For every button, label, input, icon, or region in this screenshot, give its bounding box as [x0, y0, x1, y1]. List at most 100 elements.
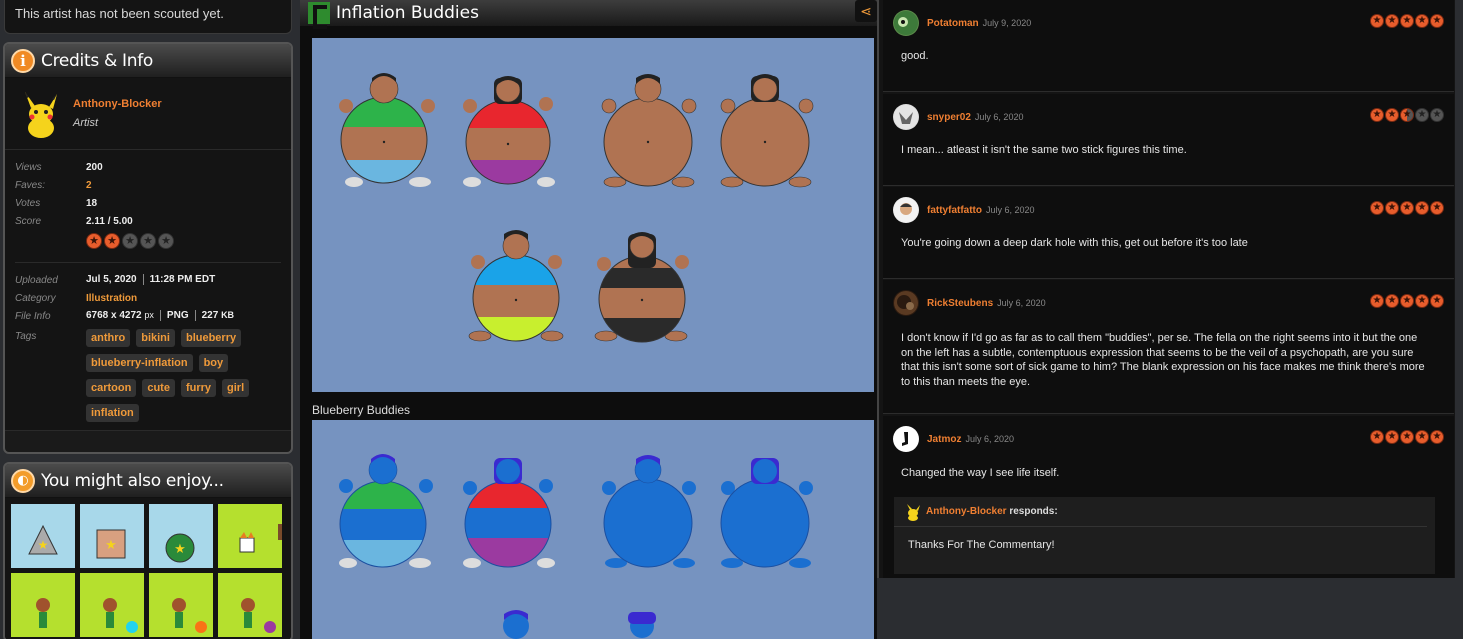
- tag-boy[interactable]: boy: [198, 354, 229, 372]
- artist-name-link[interactable]: Anthony-Blocker: [73, 98, 162, 110]
- tag-girl[interactable]: girl: [222, 379, 250, 397]
- star-icon: ★: [1430, 294, 1444, 308]
- review-text: good.: [901, 50, 929, 62]
- scout-text: This artist has not been scouted yet.: [15, 6, 224, 21]
- star-half-icon: ★: [1400, 108, 1414, 122]
- submission-area: Inflation Buddies ⋖ Blueberry Buddies: [300, 0, 877, 639]
- star-icon: ★: [1430, 14, 1444, 28]
- category-label: Category: [15, 292, 56, 304]
- faves-link[interactable]: 2: [86, 180, 92, 191]
- tag-bikini[interactable]: bikini: [136, 329, 175, 347]
- stat-key: Score: [15, 215, 42, 227]
- credits-title: Credits & Info: [41, 50, 154, 71]
- review-date: July 6, 2020: [986, 205, 1035, 215]
- user-avatar[interactable]: [893, 10, 919, 36]
- file-dims-unit: px: [144, 310, 154, 321]
- share-icon: ⋖: [860, 2, 872, 19]
- star-icon: ★: [1430, 430, 1444, 444]
- thumbnail[interactable]: ★: [149, 504, 213, 568]
- star-icon: ★: [1400, 294, 1414, 308]
- star-icon: ★: [158, 233, 174, 249]
- tag-blueberry-inflation[interactable]: blueberry-inflation: [86, 354, 193, 372]
- category-row: Category Illustration: [15, 289, 281, 307]
- stat-value: 2.11 / 5.00: [86, 215, 133, 227]
- star-icon: ★: [1430, 108, 1444, 122]
- user-avatar[interactable]: [893, 290, 919, 316]
- star-icon: ★: [1400, 14, 1414, 28]
- star-icon: ★: [86, 233, 102, 249]
- thumbnail[interactable]: [218, 504, 282, 568]
- review-username[interactable]: RickSteubens: [927, 298, 993, 309]
- thumbnail[interactable]: [80, 573, 144, 637]
- review-text: Changed the way I see life itself.: [901, 467, 1060, 479]
- category-link[interactable]: Illustration: [86, 293, 137, 304]
- tag-anthro[interactable]: anthro: [86, 329, 131, 347]
- review-username[interactable]: Potatoman: [927, 18, 979, 29]
- star-icon: ★: [1370, 201, 1384, 215]
- star-icon: ★: [1385, 201, 1399, 215]
- star-icon: ★: [1415, 14, 1429, 28]
- star-icon: ★: [1415, 108, 1429, 122]
- tag-inflation[interactable]: inflation: [86, 404, 139, 422]
- star-icon: ★: [122, 233, 138, 249]
- submission-title: Inflation Buddies: [336, 3, 479, 23]
- star-icon: ★: [1415, 294, 1429, 308]
- stat-row: Votes 18: [15, 194, 281, 212]
- review-username[interactable]: snyper02: [927, 112, 971, 123]
- stat-value: 200: [86, 161, 103, 173]
- uploaded-row: Uploaded Jul 5, 2020 11:28 PM EDT: [15, 271, 281, 289]
- star-icon: ★: [1430, 201, 1444, 215]
- tag-furry[interactable]: furry: [180, 379, 217, 397]
- responder-avatar[interactable]: [904, 503, 922, 521]
- artist-row[interactable]: Anthony-Blocker Artist: [5, 78, 291, 150]
- palette-icon: ◐: [11, 468, 35, 493]
- fileinfo-label: File Info: [15, 310, 51, 322]
- artist-role: Artist: [73, 117, 99, 129]
- file-size-unit: KB: [221, 310, 235, 321]
- page-background: [877, 578, 1463, 639]
- svg-text:★: ★: [105, 537, 117, 552]
- thumbnail[interactable]: [149, 573, 213, 637]
- tag-cute[interactable]: cute: [142, 379, 175, 397]
- user-avatar[interactable]: [893, 104, 919, 130]
- review-stars: ★ ★ ★ ★ ★: [1370, 108, 1444, 122]
- tags-row: Tags anthro bikini blueberry blueberry-i…: [15, 329, 281, 422]
- uploaded-label: Uploaded: [15, 274, 58, 286]
- credits-panel: i Credits & Info Anthony-Blocker Artist …: [3, 42, 293, 454]
- star-icon: ★: [1370, 294, 1384, 308]
- scout-notice: This artist has not been scouted yet.: [4, 0, 292, 34]
- star-icon: ★: [1415, 430, 1429, 444]
- thumbnail-grid: ★ ★ ★: [5, 498, 291, 639]
- submission-image-2[interactable]: [312, 420, 874, 639]
- review-date: July 6, 2020: [974, 112, 1024, 122]
- responder-name[interactable]: Anthony-Blocker: [926, 506, 1007, 517]
- user-avatar[interactable]: [893, 197, 919, 223]
- stats-block: Views 200 Faves: 2 Votes 18 Score 2.11 / 5.0…: [5, 150, 291, 431]
- score-stars: ★ ★ ★ ★ ★: [86, 233, 174, 249]
- review-text: I mean... atleast it isn't the same two …: [901, 144, 1187, 156]
- uploaded-date: Jul 5, 2020: [86, 274, 137, 286]
- tag-cartoon[interactable]: cartoon: [86, 379, 137, 397]
- thumbnail[interactable]: [218, 573, 282, 637]
- submission-image[interactable]: [312, 38, 874, 392]
- share-button[interactable]: ⋖: [855, 0, 877, 22]
- review-text: I don't know if I'd go as far as to call…: [901, 332, 1425, 388]
- reviews-panel: Potatoman July 9, 2020 ★ ★ ★ ★ ★ good. snype…: [877, 0, 1463, 578]
- tag-blueberry[interactable]: blueberry: [180, 329, 242, 347]
- star-icon: ★: [1400, 430, 1414, 444]
- file-size: 227: [201, 310, 219, 322]
- thumbnail[interactable]: ★: [80, 504, 144, 568]
- thumbnail[interactable]: [11, 573, 75, 637]
- user-avatar[interactable]: [893, 426, 919, 452]
- stat-key: Votes: [15, 197, 41, 209]
- thumbnail[interactable]: ★: [11, 504, 75, 568]
- review-username[interactable]: fattyfatfatto: [927, 205, 982, 216]
- review-item: fattyfatfatto July 6, 2020 ★ ★ ★ ★ ★ You're …: [883, 187, 1454, 279]
- right-gutter: [1455, 0, 1463, 578]
- star-icon: ★: [140, 233, 156, 249]
- artist-avatar[interactable]: [17, 90, 65, 138]
- review-stars: ★ ★ ★ ★ ★: [1370, 14, 1444, 28]
- review-username[interactable]: Jatmoz: [927, 434, 961, 445]
- submission-header: Inflation Buddies ⋖: [300, 0, 877, 29]
- review-text: You're going down a deep dark hole with …: [901, 237, 1248, 249]
